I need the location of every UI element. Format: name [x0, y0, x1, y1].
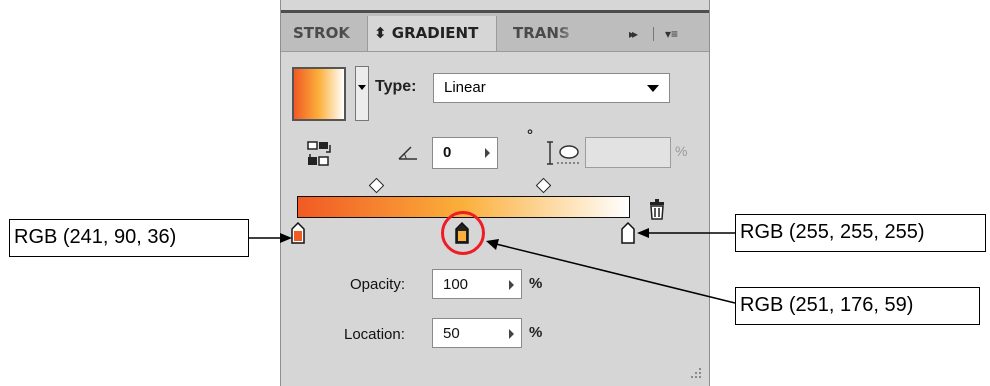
aspect-ratio-field[interactable] [585, 137, 671, 168]
gradient-preview-swatch[interactable] [292, 67, 346, 121]
tabbar-separator [653, 27, 654, 41]
location-field[interactable]: 50 [432, 318, 522, 348]
gradient-stop-start[interactable] [291, 222, 305, 244]
resize-grip-icon[interactable] [687, 364, 703, 380]
angle-icon [398, 146, 417, 160]
panel-menu-icon[interactable]: ▾≡ [665, 27, 678, 41]
tab-gradient[interactable]: ⬍ GRADIENT [367, 16, 497, 51]
type-select-value: Linear [444, 79, 486, 96]
annotation-start-stop-rgb: RGB (241, 90, 36) [9, 219, 249, 257]
gradient-presets-dropdown-button[interactable] [355, 66, 369, 121]
trash-icon[interactable] [648, 198, 666, 220]
annotation-middle-stop-rgb: RGB (251, 176, 59) [735, 287, 980, 325]
panel-tab-bar: STROK ⬍ GRADIENT TRANS ▸▸ ▾≡ [281, 13, 709, 52]
selected-stop-highlight-circle [441, 211, 485, 255]
tab-transparency[interactable]: TRANS [501, 16, 581, 51]
angle-field[interactable]: 0 [432, 137, 498, 169]
location-label: Location: [344, 326, 405, 343]
opacity-step-arrow-icon[interactable] [509, 280, 514, 290]
tab-stroke-label: STROK [293, 24, 350, 42]
angle-step-arrow-icon[interactable] [485, 148, 490, 158]
opacity-field[interactable]: 100 [432, 269, 522, 299]
tab-fade [343, 16, 367, 51]
location-unit: % [529, 324, 543, 341]
chevron-down-icon [647, 85, 659, 92]
tab-gradient-label: ⬍ GRADIENT [374, 24, 479, 42]
opacity-value: 100 [443, 276, 469, 293]
location-step-arrow-icon[interactable] [509, 329, 514, 339]
tab-stroke[interactable]: STROK [287, 16, 367, 51]
angle-value: 0 [443, 144, 452, 161]
reverse-gradient-icon[interactable] [305, 139, 335, 169]
aspect-ratio-unit: % [675, 143, 688, 159]
double-right-arrow-icon[interactable]: ▸▸ [629, 27, 638, 41]
location-value: 50 [443, 325, 460, 342]
annotation-end-stop-rgb: RGB (255, 255, 255) [735, 214, 986, 252]
type-select[interactable]: Linear [433, 73, 670, 103]
degree-symbol: ° [527, 127, 533, 144]
tab-fade [557, 16, 581, 51]
aspect-ratio-icon [547, 141, 579, 165]
opacity-unit: % [529, 275, 543, 292]
type-label: Type: [375, 78, 417, 95]
opacity-label: Opacity: [350, 276, 406, 293]
gradient-stop-end[interactable] [621, 222, 635, 244]
